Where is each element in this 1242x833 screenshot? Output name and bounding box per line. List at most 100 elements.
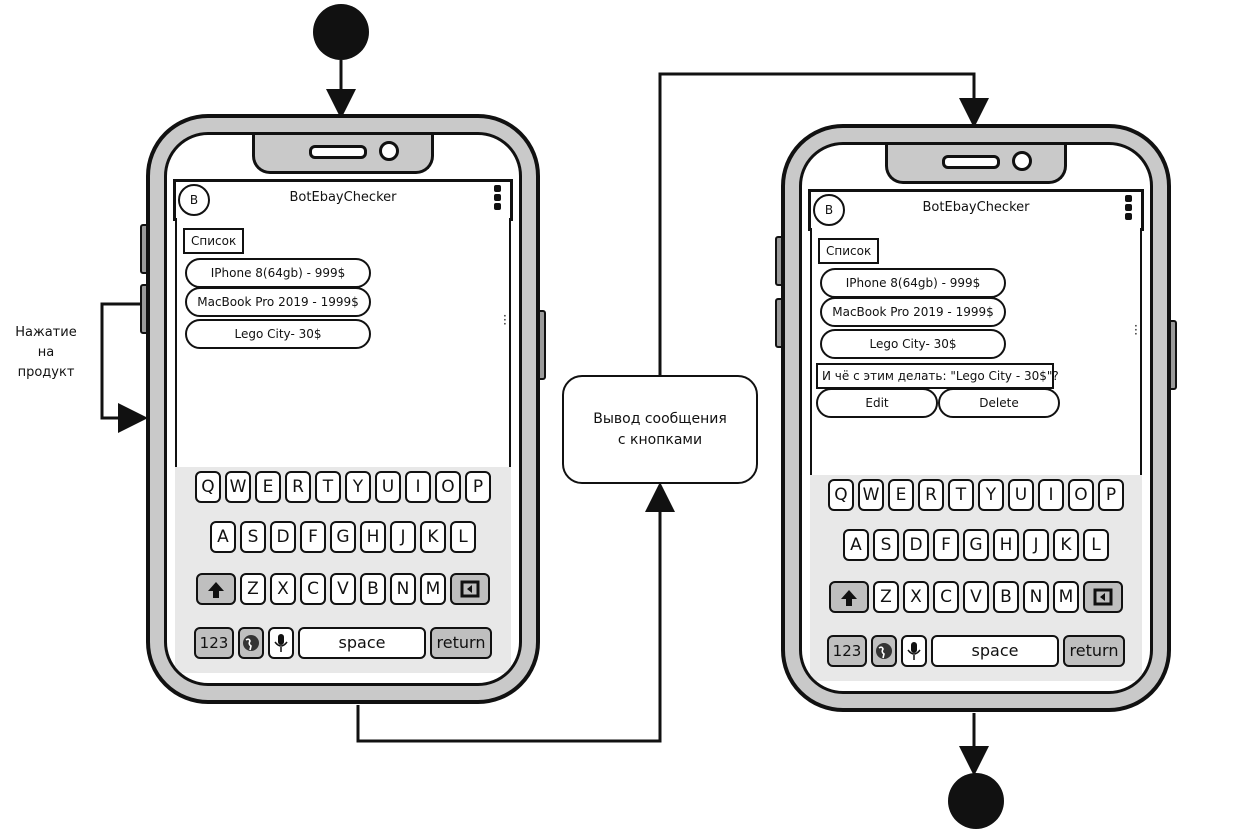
key[interactable]: U xyxy=(375,471,401,503)
product-item[interactable]: Lego City- 30$ xyxy=(185,319,371,349)
camera-icon xyxy=(379,141,399,161)
key[interactable]: Q xyxy=(828,479,854,511)
key[interactable]: V xyxy=(330,573,356,605)
key[interactable]: V xyxy=(963,581,989,613)
notch xyxy=(252,135,434,174)
speaker-icon xyxy=(309,145,367,159)
keyboard: Q W E R T Y U I O P A S D F G H J K L Z … xyxy=(810,475,1142,681)
product-item[interactable]: IPhone 8(64gb) - 999$ xyxy=(820,268,1006,298)
key[interactable]: Q xyxy=(195,471,221,503)
product-item[interactable]: MacBook Pro 2019 - 1999$ xyxy=(820,297,1006,327)
key[interactable]: H xyxy=(360,521,386,553)
return-key[interactable]: return xyxy=(1063,635,1125,667)
globe-icon[interactable] xyxy=(871,635,897,667)
space-key[interactable]: space xyxy=(931,635,1059,667)
key[interactable]: O xyxy=(435,471,461,503)
key[interactable]: L xyxy=(450,521,476,553)
label-line: продукт xyxy=(17,365,75,380)
backspace-icon[interactable] xyxy=(450,573,490,605)
keyboard-row: Q W E R T Y U I O P xyxy=(810,479,1142,511)
key[interactable]: A xyxy=(210,521,236,553)
camera-icon xyxy=(1012,151,1032,171)
key[interactable]: A xyxy=(843,529,869,561)
key[interactable]: P xyxy=(1098,479,1124,511)
key[interactable]: O xyxy=(1068,479,1094,511)
key[interactable]: S xyxy=(873,529,899,561)
tap-product-label: Нажатие на продукт xyxy=(4,323,88,383)
key[interactable]: R xyxy=(285,471,311,503)
key[interactable]: R xyxy=(918,479,944,511)
key[interactable]: I xyxy=(405,471,431,503)
edit-button[interactable]: Edit xyxy=(816,388,938,418)
key[interactable]: C xyxy=(933,581,959,613)
product-item[interactable]: Lego City- 30$ xyxy=(820,329,1006,359)
kebab-menu-icon[interactable] xyxy=(494,185,502,212)
key[interactable]: Z xyxy=(873,581,899,613)
scrollbar[interactable]: · · · xyxy=(1134,320,1140,340)
mic-icon[interactable] xyxy=(901,635,927,667)
shift-arrow-icon[interactable] xyxy=(829,581,869,613)
key[interactable]: D xyxy=(903,529,929,561)
mic-icon[interactable] xyxy=(268,627,294,659)
key[interactable]: X xyxy=(270,573,296,605)
key[interactable]: N xyxy=(390,573,416,605)
key[interactable]: G xyxy=(330,521,356,553)
keyboard-row: Z X C V B N M xyxy=(810,581,1142,613)
key[interactable]: N xyxy=(1023,581,1049,613)
key[interactable]: W xyxy=(225,471,251,503)
globe-icon[interactable] xyxy=(238,627,264,659)
key[interactable]: Z xyxy=(240,573,266,605)
key[interactable]: G xyxy=(963,529,989,561)
key[interactable]: Y xyxy=(978,479,1004,511)
key[interactable]: E xyxy=(255,471,281,503)
keyboard-row: Z X C V B N M xyxy=(175,573,511,605)
key[interactable]: T xyxy=(948,479,974,511)
chat-area: Список IPhone 8(64gb) - 999$ MacBook Pro… xyxy=(810,228,1142,479)
key[interactable]: D xyxy=(270,521,296,553)
phone-screen: B BotEbayChecker Список IPhone 8(64gb) -… xyxy=(164,132,522,686)
key[interactable]: Y xyxy=(345,471,371,503)
numbers-key[interactable]: 123 xyxy=(827,635,867,667)
keyboard-row: 123 space return xyxy=(175,627,511,659)
key[interactable]: X xyxy=(903,581,929,613)
key[interactable]: F xyxy=(300,521,326,553)
keyboard-row: A S D F G H J K L xyxy=(810,529,1142,561)
numbers-key[interactable]: 123 xyxy=(194,627,234,659)
return-key[interactable]: return xyxy=(430,627,492,659)
key[interactable]: S xyxy=(240,521,266,553)
key[interactable]: M xyxy=(420,573,446,605)
product-item[interactable]: IPhone 8(64gb) - 999$ xyxy=(185,258,371,288)
key[interactable]: B xyxy=(360,573,386,605)
shift-arrow-icon[interactable] xyxy=(196,573,236,605)
key[interactable]: K xyxy=(1053,529,1079,561)
start-node xyxy=(313,4,369,60)
key[interactable]: C xyxy=(300,573,326,605)
key[interactable]: E xyxy=(888,479,914,511)
key[interactable]: F xyxy=(933,529,959,561)
key[interactable]: I xyxy=(1038,479,1064,511)
kebab-menu-icon[interactable] xyxy=(1125,195,1133,222)
speaker-icon xyxy=(942,155,1000,169)
key[interactable]: J xyxy=(390,521,416,553)
key[interactable]: P xyxy=(465,471,491,503)
phone-screen: B BotEbayChecker Список IPhone 8(64gb) -… xyxy=(799,142,1153,694)
key[interactable]: L xyxy=(1083,529,1109,561)
key[interactable]: K xyxy=(420,521,446,553)
key[interactable]: H xyxy=(993,529,1019,561)
key[interactable]: T xyxy=(315,471,341,503)
key[interactable]: U xyxy=(1008,479,1034,511)
show-message-step: Вывод сообщения с кнопками xyxy=(562,375,758,484)
chat-header: B BotEbayChecker xyxy=(808,189,1144,231)
key[interactable]: B xyxy=(993,581,1019,613)
key[interactable]: J xyxy=(1023,529,1049,561)
scrollbar[interactable]: · · · xyxy=(503,310,509,330)
delete-button[interactable]: Delete xyxy=(938,388,1060,418)
key[interactable]: W xyxy=(858,479,884,511)
keyboard-row: Q W E R T Y U I O P xyxy=(175,471,511,503)
step-line: с кнопками xyxy=(617,431,703,448)
key[interactable]: M xyxy=(1053,581,1079,613)
product-item[interactable]: MacBook Pro 2019 - 1999$ xyxy=(185,287,371,317)
space-key[interactable]: space xyxy=(298,627,426,659)
backspace-icon[interactable] xyxy=(1083,581,1123,613)
chat-title: BotEbayChecker xyxy=(289,190,397,205)
